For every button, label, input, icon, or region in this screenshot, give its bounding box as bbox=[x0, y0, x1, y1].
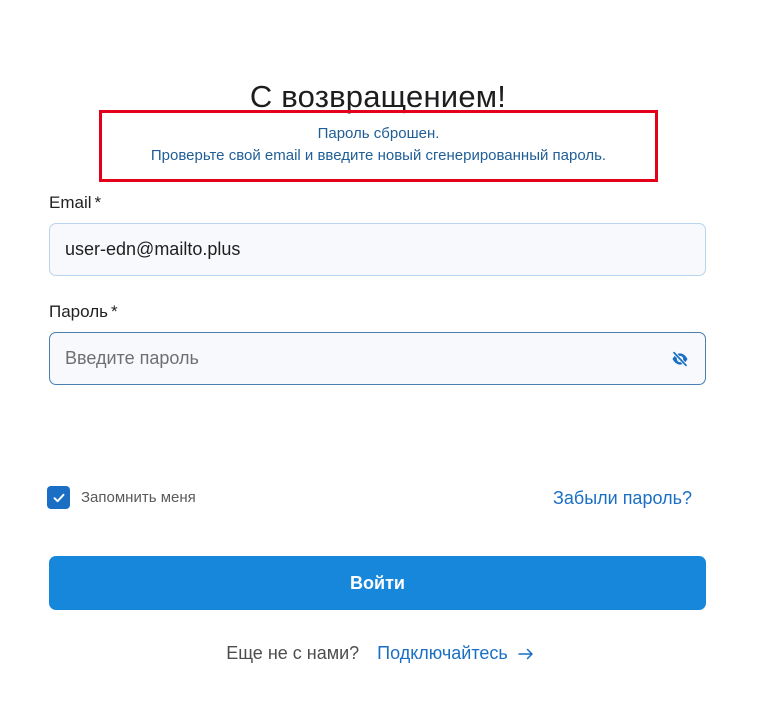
email-required-mark: * bbox=[94, 193, 102, 212]
alert-line-1: Пароль сброшен. bbox=[317, 125, 440, 142]
signup-link-text: Подключайтесь bbox=[377, 643, 508, 663]
password-required-mark: * bbox=[111, 302, 118, 321]
arrow-right-icon bbox=[518, 648, 534, 660]
signup-link[interactable]: Подключайтесь bbox=[377, 643, 534, 664]
forgot-password-link[interactable]: Забыли пароль? bbox=[553, 488, 692, 509]
email-label: Email * bbox=[49, 193, 101, 213]
password-label: Пароль * bbox=[49, 302, 118, 322]
email-input[interactable] bbox=[65, 239, 625, 260]
checkbox-checked-icon[interactable] bbox=[47, 486, 70, 509]
remember-me-checkbox[interactable]: Запомнить меня bbox=[47, 486, 196, 509]
password-reset-alert: Пароль сброшен. Проверьте свой email и в… bbox=[99, 110, 658, 182]
password-label-text: Пароль bbox=[49, 302, 108, 321]
signup-question: Еще не с нами? bbox=[226, 643, 360, 663]
login-button[interactable]: Войти bbox=[49, 556, 706, 610]
password-field[interactable] bbox=[49, 332, 706, 385]
eye-slash-icon[interactable] bbox=[670, 349, 690, 369]
signup-row: Еще не с нами? Подключайтесь bbox=[0, 643, 772, 664]
remember-me-label: Запомнить меня bbox=[81, 489, 196, 506]
password-input[interactable] bbox=[65, 348, 625, 369]
email-label-text: Email bbox=[49, 193, 92, 212]
email-field[interactable] bbox=[49, 223, 706, 276]
alert-line-2: Проверьте свой email и введите новый сге… bbox=[150, 147, 607, 164]
